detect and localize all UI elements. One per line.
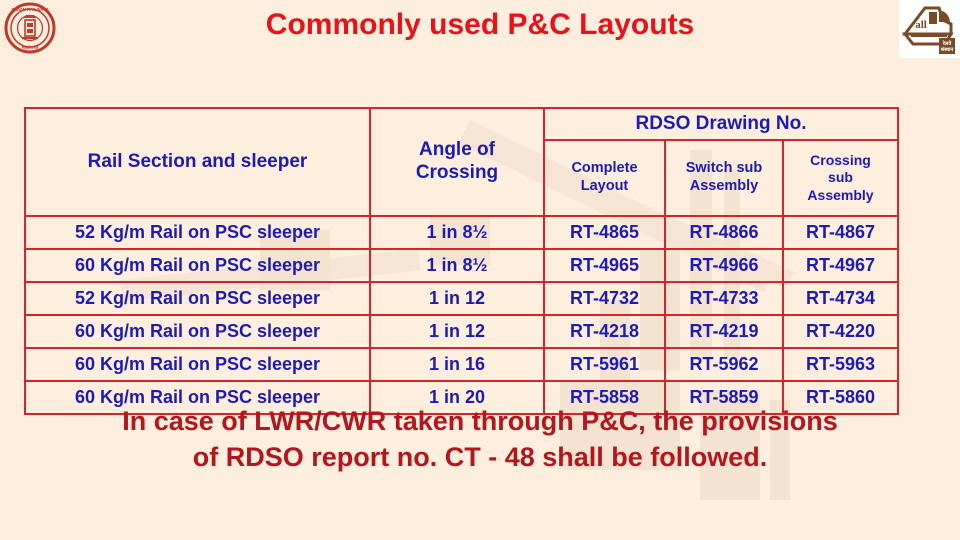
footer-note: In case of LWR/CWR taken through P&C, th… [0,404,960,475]
header-rail-section: Rail Section and sleeper [24,107,371,217]
cell-angle-of-crossing: 1 in 12 [369,281,545,316]
table-header-row-1: Rail Section and sleeper Angle of Crossi… [24,107,899,217]
header-switch-sub-line-2: Assembly [689,178,759,194]
header-crossing-sub-line-1: Crossing [810,152,871,169]
cell-rail-section: 60 Kg/m Rail on PSC sleeper [24,248,371,283]
header-angle-line-2: Crossing [415,162,499,183]
cell-switch-sub-assembly: RT-4966 [664,248,784,283]
header-crossing-sub-line-3: Assembly [807,186,874,203]
table-head: Rail Section and sleeper Angle of Crossi… [24,107,899,217]
cell-angle-of-crossing: 1 in 8½ [369,215,545,250]
cell-angle-of-crossing: 1 in 12 [369,314,545,349]
cell-rail-section: 60 Kg/m Rail on PSC sleeper [24,347,371,382]
table-row: 52 Kg/m Rail on PSC sleeper 1 in 8½ RT-486… [24,215,899,250]
table-row: 60 Kg/m Rail on PSC sleeper 1 in 16 RT-596… [24,347,899,382]
cell-rail-section: 52 Kg/m Rail on PSC sleeper [24,215,371,250]
svg-text:भारतीय रेल: भारतीय रेल [22,45,39,50]
cell-complete-layout: RT-5961 [543,347,666,382]
pc-layouts-table: Rail Section and sleeper Angle of Crossi… [24,107,899,415]
cell-angle-of-crossing: 1 in 16 [369,347,545,382]
cell-crossing-sub-assembly: RT-4967 [782,248,899,283]
table-row: 52 Kg/m Rail on PSC sleeper 1 in 12 RT-473… [24,281,899,316]
header-switch-sub-line-1: Switch sub [685,160,763,177]
cell-complete-layout: RT-4218 [543,314,666,349]
header-angle-line-1: Angle of [419,139,495,161]
cell-crossing-sub-assembly: RT-5963 [782,347,899,382]
slide-canvas: INDIAN RAILWAYS भारतीय रेल रेलवे संस्थान… [0,0,960,540]
cell-switch-sub-assembly: RT-4219 [664,314,784,349]
cell-rail-section: 52 Kg/m Rail on PSC sleeper [24,281,371,316]
table-row: 60 Kg/m Rail on PSC sleeper 1 in 12 RT-421… [24,314,899,349]
cell-rail-section: 60 Kg/m Rail on PSC sleeper [24,314,371,349]
table-body: 52 Kg/m Rail on PSC sleeper 1 in 8½ RT-486… [24,215,899,415]
cell-complete-layout: RT-4865 [543,215,666,250]
header-complete-layout-line-2: Layout [580,178,629,194]
page-title: Commonly used P&C Layouts [265,8,695,41]
table-row: 60 Kg/m Rail on PSC sleeper 1 in 8½ RT-496… [24,248,899,283]
header-crossing-sub-line-2: sub [828,169,853,186]
header-complete-layout: Complete Layout [543,139,666,217]
cell-complete-layout: RT-4732 [543,281,666,316]
cell-switch-sub-assembly: RT-5962 [664,347,784,382]
layouts-table-container: Rail Section and sleeper Angle of Crossi… [24,107,899,415]
cell-crossing-sub-assembly: RT-4220 [782,314,899,349]
header-complete-layout-line-1: Complete [571,160,638,177]
header-crossing-sub-assembly: Crossing sub Assembly [782,139,899,217]
footer-note-line-1: In case of LWR/CWR taken through P&C, th… [122,406,838,436]
cell-crossing-sub-assembly: RT-4734 [782,281,899,316]
cell-crossing-sub-assembly: RT-4867 [782,215,899,250]
cell-angle-of-crossing: 1 in 8½ [369,248,545,283]
cell-switch-sub-assembly: RT-4866 [664,215,784,250]
header-rdso-drawing-no: RDSO Drawing No. [543,107,899,141]
header-angle-of-crossing: Angle of Crossing [369,107,545,217]
svg-text:संस्थान: संस्थान [940,46,954,53]
header-switch-sub-assembly: Switch sub Assembly [664,139,784,217]
cell-complete-layout: RT-4965 [543,248,666,283]
footer-note-line-2: of RDSO report no. CT - 48 shall be foll… [192,441,768,472]
cell-switch-sub-assembly: RT-4733 [664,281,784,316]
